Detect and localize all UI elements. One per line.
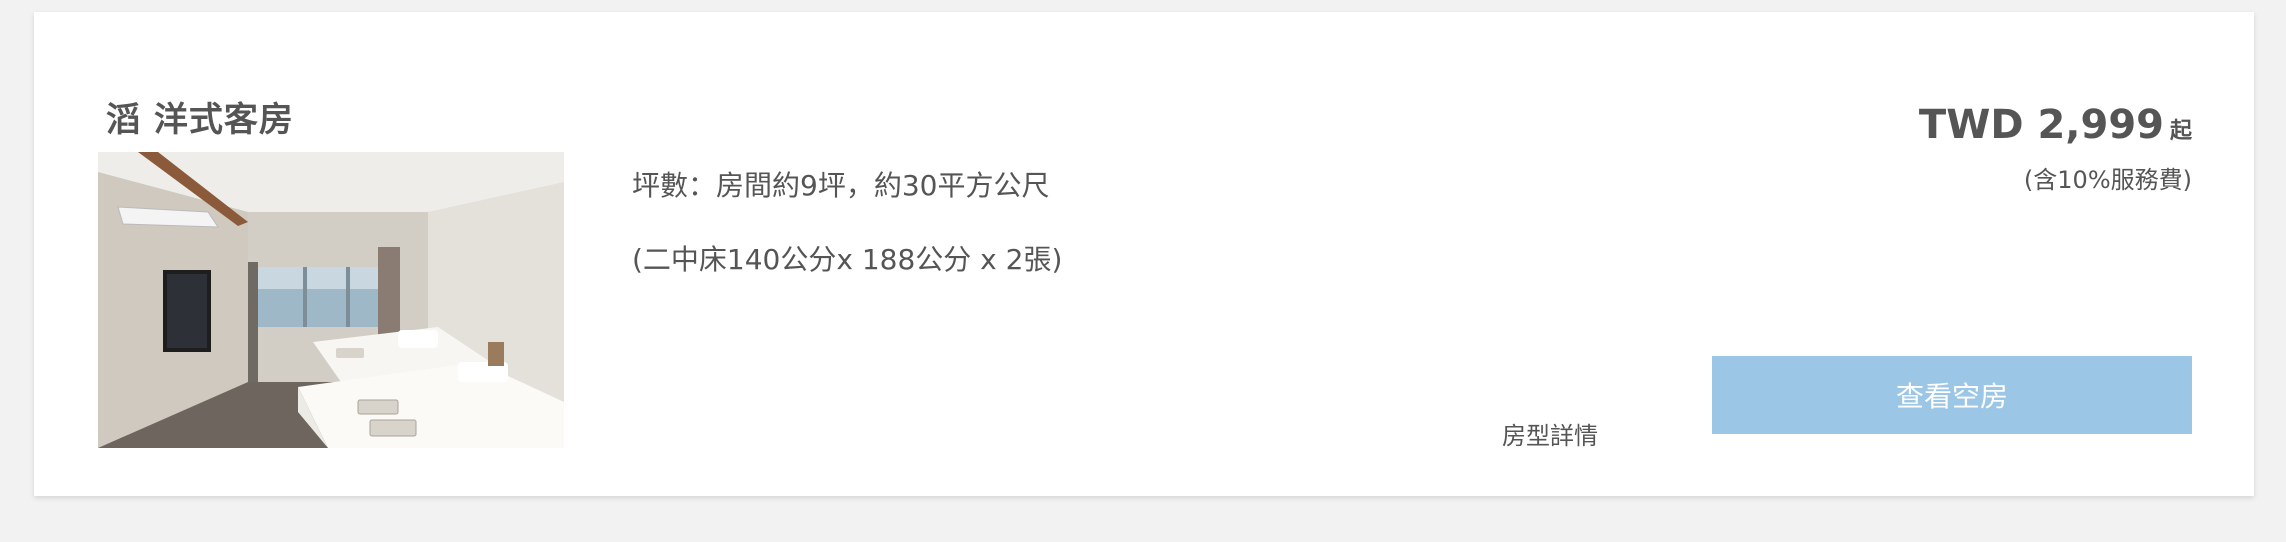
price: TWD 2,999 起 [1919,102,2192,148]
bed-info-text: (二中床140公分x 188公分 x 2張) [632,243,1063,276]
room-card: 滔 洋式客房 坪數：房間約9坪，約30平方公尺 (二中床140公分x 188公分… [34,12,2254,496]
service-charge-note: (含10%服務費) [2023,166,2192,194]
room-photo[interactable] [98,152,564,448]
room-photo-image [98,152,564,448]
view-availability-button[interactable]: 查看空房 [1712,356,2192,434]
price-from-suffix: 起 [2169,119,2192,144]
room-title: 滔 洋式客房 [106,100,294,140]
room-size-text: 坪數：房間約9坪，約30平方公尺 [632,169,1050,202]
price-amount: TWD 2,999 [1918,102,2164,148]
room-details-link[interactable]: 房型詳情 [1502,416,1598,451]
